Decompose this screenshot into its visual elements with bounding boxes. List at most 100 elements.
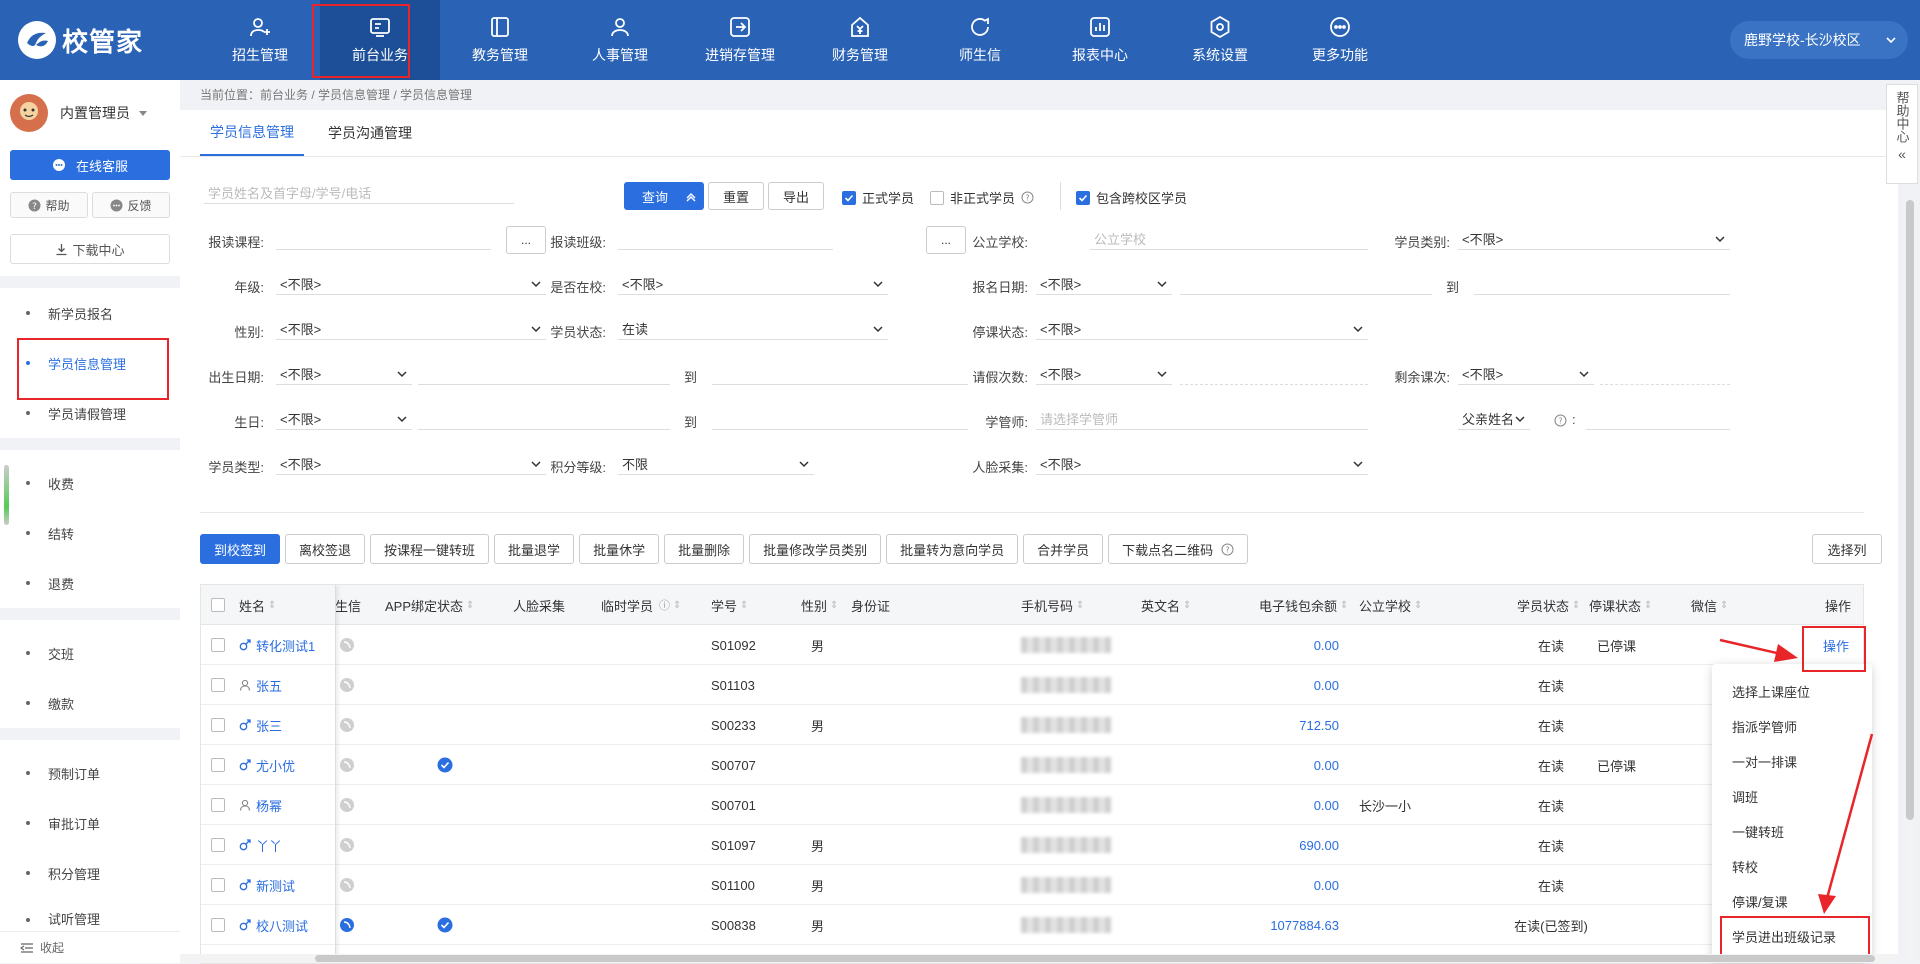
birthdate-from[interactable]	[418, 363, 670, 385]
nav-item-hr[interactable]: 人事管理	[560, 0, 680, 80]
sidebar-item-preorder[interactable]: 预制订单	[0, 748, 178, 798]
table-row[interactable]: 张五 S01103 0.00 在读	[201, 665, 1863, 705]
face-collect-select[interactable]: <不限>	[1036, 453, 1368, 475]
birthday-select[interactable]: <不限>	[276, 408, 412, 430]
birthday-from[interactable]	[418, 408, 670, 430]
nav-item-finance[interactable]: 财务管理	[800, 0, 920, 80]
menu-item[interactable]: 转校	[1712, 849, 1872, 884]
sidebar-item-trial[interactable]: 试听管理	[0, 898, 178, 928]
col-header-wechat[interactable]: 微信 ⇕	[1691, 585, 1728, 625]
tab-student-communication[interactable]: 学员沟通管理	[318, 110, 422, 156]
batch-to-intent-button[interactable]: 批量转为意向学员	[886, 534, 1019, 564]
points-level-select[interactable]: 不限	[618, 453, 814, 475]
help-button[interactable]: ? 帮助	[10, 192, 88, 218]
vertical-scrollbar[interactable]	[1906, 200, 1914, 960]
menu-item[interactable]: 调班	[1712, 779, 1872, 814]
download-qr-button[interactable]: 下载点名二维码 ?	[1108, 534, 1249, 564]
user-profile[interactable]: 内置管理员	[10, 94, 150, 132]
father-name-select[interactable]: 父亲姓名	[1458, 408, 1530, 430]
col-header-status[interactable]: 学员状态 ⇕	[1517, 585, 1580, 625]
search-input[interactable]: 学员姓名及首字母/学号/电话	[204, 182, 514, 204]
table-row[interactable]: 丫丫 S01097 男 690.00 在读	[201, 825, 1863, 865]
nav-item-inventory[interactable]: 进销存管理	[680, 0, 800, 80]
feedback-button[interactable]: 反馈	[92, 192, 170, 218]
informal-student-checkbox[interactable]: 非正式学员 ?	[930, 188, 1034, 207]
logo[interactable]: 校管家	[18, 20, 143, 60]
sidebar-item-new-enroll[interactable]: 新学员报名	[0, 288, 178, 338]
sidebar-item-student-info[interactable]: 学员信息管理	[0, 338, 178, 388]
col-header-app[interactable]: APP绑定状态 ⇕	[385, 585, 474, 625]
sidebar-item-handover[interactable]: 交班	[0, 628, 178, 678]
export-button[interactable]: 导出	[768, 182, 824, 210]
sidebar-scroll-indicator[interactable]	[4, 465, 9, 525]
col-header-public-school[interactable]: 公立学校 ⇕	[1359, 585, 1422, 625]
col-header-temp[interactable]: 临时学员 ⓘ ⇕	[601, 585, 681, 625]
remain-lessons-select[interactable]: <不限>	[1458, 363, 1594, 385]
batch-delete-button[interactable]: 批量删除	[664, 534, 745, 564]
birthdate-select[interactable]: <不限>	[276, 363, 412, 385]
check-out-button[interactable]: 离校签退	[285, 534, 366, 564]
sidebar-item-carryover[interactable]: 结转	[0, 508, 178, 558]
question-circle-icon[interactable]: ?	[1021, 191, 1034, 204]
horizontal-scrollbar[interactable]	[180, 954, 1898, 963]
col-header-suspend[interactable]: 停课状态 ⇕	[1589, 585, 1652, 625]
course-field[interactable]	[276, 228, 491, 250]
operation-button[interactable]: 操作	[1823, 625, 1849, 665]
query-button[interactable]: 查询	[624, 182, 704, 210]
sidebar-item-refund[interactable]: 退费	[0, 558, 178, 608]
online-service-button[interactable]: 在线客服	[10, 150, 170, 180]
menu-item[interactable]: 一键转班	[1712, 814, 1872, 849]
category-select[interactable]: <不限>	[1458, 228, 1730, 250]
col-header-english-name[interactable]: 英文名 ⇕	[1141, 585, 1191, 625]
nav-item-more[interactable]: 更多功能	[1280, 0, 1400, 80]
status-select[interactable]: 在读	[618, 318, 888, 340]
suspend-select[interactable]: <不限>	[1036, 318, 1368, 340]
nav-item-frontdesk[interactable]: 前台业务	[320, 0, 440, 80]
remain-lessons-input[interactable]	[1600, 363, 1730, 385]
sidebar-item-charge[interactable]: 收费	[0, 458, 178, 508]
merge-students-button[interactable]: 合并学员	[1023, 534, 1104, 564]
signup-date-to[interactable]	[1474, 273, 1730, 295]
formal-student-checkbox[interactable]: 正式学员	[842, 188, 914, 207]
sidebar-item-leave[interactable]: 学员请假管理	[0, 388, 178, 438]
select-columns-button[interactable]: 选择列	[1812, 534, 1882, 564]
col-header-wallet[interactable]: 电子钱包余额 ⇕	[1259, 585, 1348, 625]
collapse-button[interactable]: 收起	[0, 931, 180, 963]
reset-button[interactable]: 重置	[708, 182, 764, 210]
sidebar-item-points[interactable]: 积分管理	[0, 848, 178, 898]
table-row[interactable]: 张三 S00233 男 712.50 在读	[201, 705, 1863, 745]
col-header-phone[interactable]: 手机号码 ⇕	[1021, 585, 1084, 625]
nav-item-enrollment[interactable]: 招生管理	[200, 0, 320, 80]
in-school-select[interactable]: <不限>	[618, 273, 888, 295]
menu-item[interactable]: 学员进出班级记录	[1712, 919, 1872, 954]
help-center-tab[interactable]: 帮助中心 «	[1886, 84, 1918, 184]
nav-item-reports[interactable]: 报表中心	[1040, 0, 1160, 80]
menu-item[interactable]: 指派学管师	[1712, 709, 1872, 744]
nav-item-academic[interactable]: 教务管理	[440, 0, 560, 80]
table-row[interactable]: 尤小优 S00707 0.00 在读 已停课	[201, 745, 1863, 785]
table-row[interactable]: 校八测试 S00838 男 1077884.63 在读(已签到)	[201, 905, 1863, 945]
nav-item-settings[interactable]: 系统设置	[1160, 0, 1280, 80]
tab-student-info[interactable]: 学员信息管理	[200, 110, 304, 156]
chevron-up-icon[interactable]	[685, 191, 697, 203]
table-row[interactable]: 新测试 S01100 男 0.00 在读	[201, 865, 1863, 905]
table-row[interactable]: 杨幂 S00701 0.00 长沙一小 在读	[201, 785, 1863, 825]
father-name-input[interactable]	[1586, 408, 1730, 430]
sidebar-item-payment[interactable]: 缴款	[0, 678, 178, 728]
download-center-button[interactable]: 下载中心	[10, 234, 170, 264]
check-in-button[interactable]: 到校签到	[200, 534, 281, 564]
sidebar-item-approve[interactable]: 审批订单	[0, 798, 178, 848]
public-school-field[interactable]: 公立学校	[1090, 228, 1368, 250]
manager-field[interactable]: 请选择学管师	[1036, 408, 1368, 430]
col-header-shengxin[interactable]: 生信	[335, 585, 361, 625]
col-header-student-id[interactable]: 学号 ⇕	[711, 585, 748, 625]
transfer-by-course-button[interactable]: 按课程一键转班	[370, 534, 490, 564]
menu-item[interactable]: 停课/复课	[1712, 884, 1872, 919]
cross-campus-checkbox[interactable]: 包含跨校区学员	[1076, 188, 1187, 207]
signup-date-select[interactable]: <不限>	[1036, 273, 1172, 295]
class-field[interactable]	[618, 228, 833, 250]
menu-item[interactable]: 选择上课座位	[1712, 674, 1872, 709]
signup-date-from[interactable]	[1180, 273, 1432, 295]
batch-suspend-button[interactable]: 批量休学	[579, 534, 660, 564]
nav-item-messages[interactable]: 师生信	[920, 0, 1040, 80]
